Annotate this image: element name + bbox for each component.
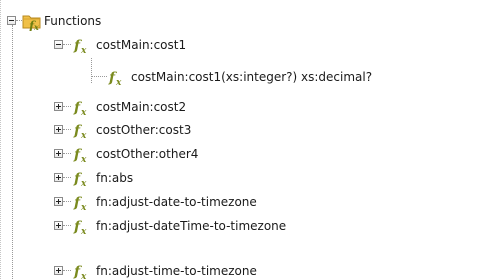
tree-node-label: costMain:cost2 bbox=[96, 100, 187, 114]
tree-node-fn-adjust-datetime-to-timezone[interactable]: f x fn:adjust-dateTime-to-timezone bbox=[0, 215, 478, 238]
tree-connector bbox=[63, 129, 71, 130]
svg-text:x: x bbox=[80, 272, 87, 279]
function-icon: f x bbox=[73, 123, 87, 139]
expand-toggle[interactable] bbox=[54, 173, 63, 182]
function-icon: f x bbox=[73, 219, 87, 235]
function-icon: f x bbox=[73, 195, 87, 211]
tree-connector bbox=[63, 225, 71, 226]
function-icon: f x bbox=[73, 100, 87, 116]
tree-node-fn-abs[interactable]: f x fn:abs bbox=[0, 167, 478, 190]
tree-node-label: Functions bbox=[44, 14, 102, 28]
tree-node-fn-adjust-date-to-timezone[interactable]: f x fn:adjust-date-to-timezone bbox=[0, 191, 478, 214]
svg-text:x: x bbox=[115, 78, 122, 86]
tree-node-cost1-signature[interactable]: f x costMain:cost1(xs:integer?) xs:decim… bbox=[0, 66, 478, 89]
svg-text:x: x bbox=[80, 155, 87, 163]
expand-toggle[interactable] bbox=[54, 125, 63, 134]
tree-connector bbox=[63, 177, 71, 178]
tree-connector bbox=[91, 76, 107, 77]
function-icon: f x bbox=[73, 264, 87, 279]
function-icon: f x bbox=[73, 147, 87, 163]
tree-node-label: costMain:cost1(xs:integer?) xs:decimal? bbox=[131, 70, 373, 84]
tree-node-costother-other4[interactable]: f x costOther:other4 bbox=[0, 143, 478, 166]
tree-node-label: costOther:cost3 bbox=[96, 123, 192, 137]
svg-text:x: x bbox=[80, 46, 87, 54]
svg-text:x: x bbox=[80, 108, 87, 116]
tree-node-costmain-cost1[interactable]: f x costMain:cost1 bbox=[0, 34, 478, 57]
function-tree: f x Functions f x costMain:cost1 f x cos… bbox=[0, 0, 478, 279]
svg-text:x: x bbox=[80, 227, 87, 235]
tree-node-fn-adjust-time-to-timezone[interactable]: f x fn:adjust-time-to-timezone bbox=[0, 260, 478, 279]
svg-text:x: x bbox=[80, 179, 87, 187]
tree-node-label: costMain:cost1 bbox=[96, 38, 187, 52]
collapse-toggle[interactable] bbox=[54, 40, 63, 49]
tree-connector bbox=[63, 270, 71, 271]
tree-node-costother-cost3[interactable]: f x costOther:cost3 bbox=[0, 119, 478, 142]
function-icon: f x bbox=[73, 171, 87, 187]
tree-connector bbox=[63, 44, 71, 45]
svg-text:x: x bbox=[80, 203, 87, 211]
expand-toggle[interactable] bbox=[54, 221, 63, 230]
function-icon: f x bbox=[108, 70, 122, 86]
tree-node-label: costOther:other4 bbox=[96, 147, 199, 161]
tree-connector bbox=[63, 153, 71, 154]
collapse-toggle[interactable] bbox=[7, 16, 16, 25]
tree-connector bbox=[63, 201, 71, 202]
expand-toggle[interactable] bbox=[54, 149, 63, 158]
tree-node-label: fn:adjust-date-to-timezone bbox=[96, 195, 257, 209]
expand-toggle[interactable] bbox=[54, 197, 63, 206]
svg-text:x: x bbox=[80, 131, 87, 139]
expand-toggle[interactable] bbox=[54, 266, 63, 275]
functions-folder-icon: f x bbox=[22, 15, 41, 31]
expand-toggle[interactable] bbox=[54, 102, 63, 111]
tree-connector bbox=[63, 106, 71, 107]
tree-node-label: fn:adjust-dateTime-to-timezone bbox=[96, 219, 287, 233]
tree-node-label: fn:abs bbox=[96, 171, 134, 185]
tree-node-functions[interactable]: f x Functions bbox=[0, 10, 478, 33]
function-icon: f x bbox=[73, 38, 87, 54]
tree-node-label: fn:adjust-time-to-timezone bbox=[96, 264, 257, 278]
svg-text:x: x bbox=[33, 22, 39, 31]
tree-node-costmain-cost2[interactable]: f x costMain:cost2 bbox=[0, 96, 478, 119]
